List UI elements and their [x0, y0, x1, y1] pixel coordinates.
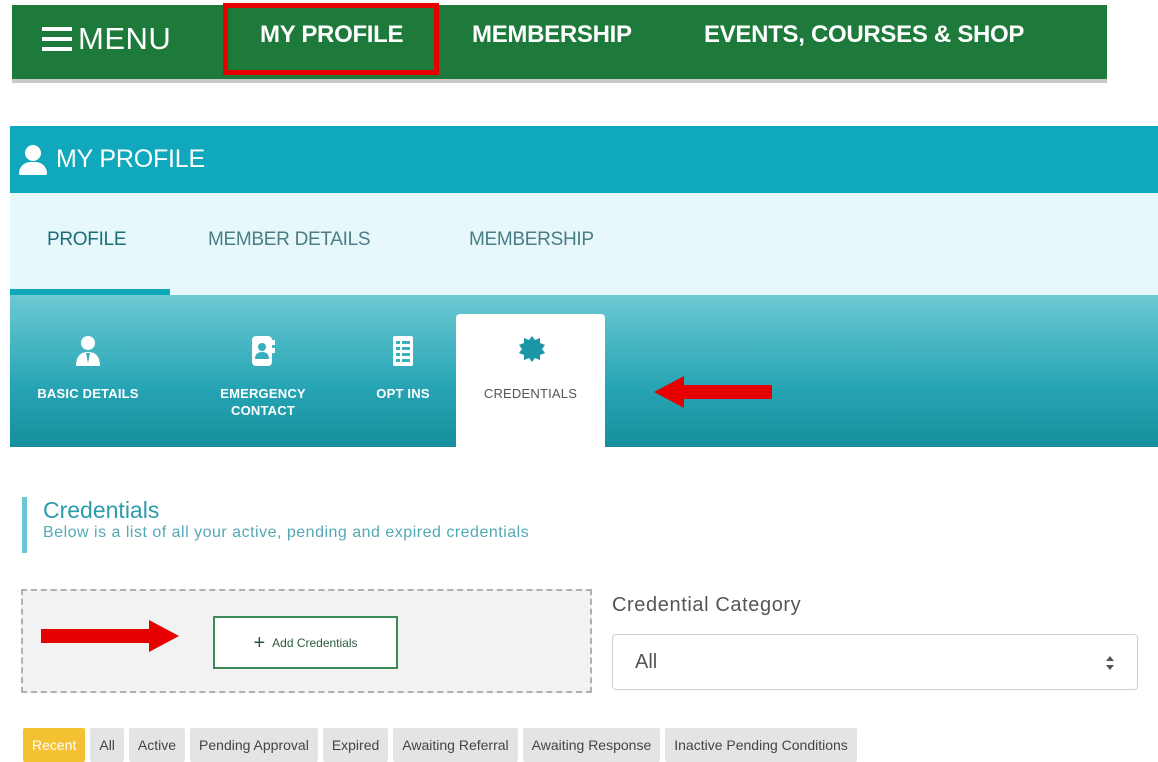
nav-link-membership[interactable]: MEMBERSHIP — [472, 21, 632, 49]
filter-awaiting-response[interactable]: Awaiting Response — [522, 728, 661, 762]
nav-link-my-profile[interactable]: MY PROFILE — [260, 21, 404, 49]
subtab-opt-ins[interactable]: OPT INS — [363, 295, 443, 447]
tab-member-details[interactable]: MEMBER DETAILS — [208, 229, 371, 251]
profile-header: MY PROFILE — [10, 126, 1158, 193]
subtab-label: OPT INS — [376, 386, 430, 401]
plus-icon: + — [253, 631, 266, 654]
filter-pending-approval[interactable]: Pending Approval — [190, 728, 318, 762]
filter-active[interactable]: Active — [128, 728, 186, 762]
tab-profile[interactable]: PROFILE — [47, 229, 127, 251]
page-title: MY PROFILE — [56, 145, 205, 173]
filter-recent[interactable]: Recent — [23, 728, 86, 762]
badge-seal-icon — [517, 335, 545, 367]
section-title: Credentials — [43, 497, 160, 523]
filter-inactive-pending-conditions[interactable]: Inactive Pending Conditions — [665, 728, 857, 762]
subtab-emergency-contact[interactable]: EMERGENCY CONTACT — [200, 295, 326, 447]
hamburger-icon — [42, 27, 72, 51]
person-icon — [18, 144, 48, 175]
tab-membership[interactable]: MEMBERSHIP — [469, 229, 594, 251]
credentials-section-header: Credentials Below is a list of all your … — [22, 497, 529, 553]
credential-category-select[interactable]: All — [612, 634, 1138, 690]
selected-value: All — [635, 651, 658, 673]
section-subtitle: Below is a list of all your active, pend… — [43, 524, 530, 541]
credential-category-label: Credential Category — [612, 594, 802, 616]
subtab-label: EMERGENCY CONTACT — [220, 386, 306, 418]
subtab-label: CREDENTIALS — [483, 386, 578, 401]
subtab-credentials[interactable]: CREDENTIALS — [456, 314, 605, 447]
credential-filters: Recent All Active Pending Approval Expir… — [23, 728, 857, 762]
filter-awaiting-referral[interactable]: Awaiting Referral — [393, 728, 518, 762]
subtab-basic-details[interactable]: BASIC DETAILS — [10, 295, 166, 447]
nav-link-events-courses-shop[interactable]: EVENTS, COURSES & SHOP — [704, 21, 1024, 49]
add-credentials-button[interactable]: + Add Credentials — [213, 616, 398, 669]
profile-subtabs: BASIC DETAILS EMERGENCY CONTACT OPT INS … — [10, 295, 1158, 447]
person-badge-icon — [74, 335, 102, 367]
filter-all[interactable]: All — [90, 728, 124, 762]
contact-card-icon — [249, 335, 277, 367]
filter-expired[interactable]: Expired — [322, 728, 389, 762]
add-credentials-label: Add Credentials — [272, 635, 358, 650]
add-credentials-dropzone: + Add Credentials — [21, 589, 592, 693]
profile-tabs: PROFILE MEMBER DETAILS MEMBERSHIP — [10, 193, 1158, 295]
subtab-label: BASIC DETAILS — [37, 386, 139, 401]
menu-label: MENU — [78, 21, 172, 56]
top-nav-bar: MENU MY PROFILE MEMBERSHIP EVENTS, COURS… — [12, 3, 1107, 83]
menu-button[interactable]: MENU — [42, 19, 171, 59]
sort-caret-icon — [1106, 656, 1114, 670]
checklist-icon — [389, 335, 417, 367]
